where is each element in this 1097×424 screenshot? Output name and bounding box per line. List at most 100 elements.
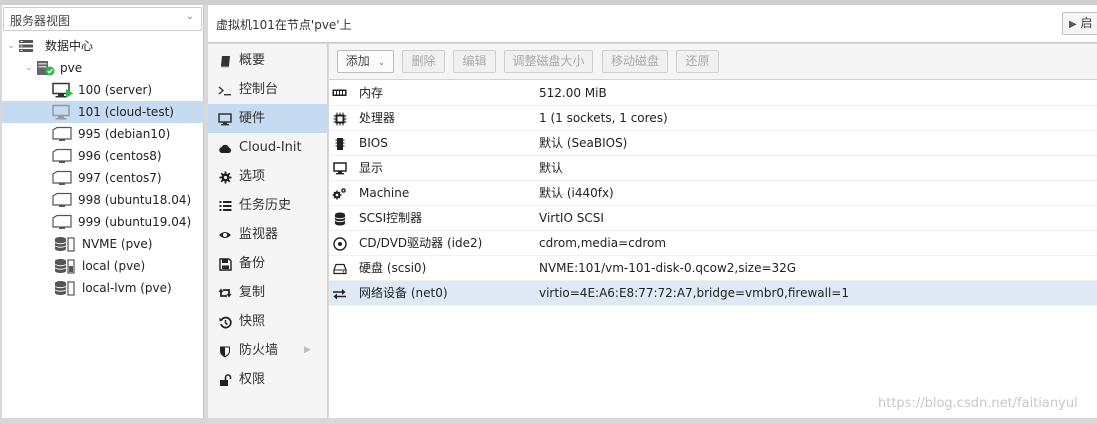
template-icon <box>52 126 72 142</box>
view-selector-label: 服务器视图 <box>10 14 71 28</box>
template-icon <box>52 192 72 208</box>
unlock-icon <box>218 373 232 387</box>
microchip-icon <box>332 136 347 151</box>
tree-item-template[interactable]: 998 (ubuntu18.04) <box>2 189 204 211</box>
tree-item-template[interactable]: 996 (centos8) <box>2 145 204 167</box>
hardware-value: VirtIO SCSI <box>539 211 604 225</box>
hardware-name: SCSI控制器 <box>359 211 423 225</box>
menu-item-replication[interactable]: 复制 <box>208 278 328 307</box>
hardware-value: NVME:101/vm-101-disk-0.qcow2,size=32G <box>539 261 797 275</box>
tree-item-node[interactable]: ⌄ pve <box>2 57 204 79</box>
book-icon <box>218 54 232 68</box>
menu-item-monitor[interactable]: 监视器 <box>208 220 328 249</box>
menu-item-task-history[interactable]: 任务历史 <box>208 191 328 220</box>
hardware-name: 硬盘 (scsi0) <box>359 261 427 275</box>
memory-icon <box>332 86 347 101</box>
collapse-icon[interactable]: ⌄ <box>24 57 34 79</box>
resource-tree: ⌄ 数据中心 ⌄ pve 100 (server) 101 (cloud-tes… <box>2 35 204 299</box>
desktop-icon <box>218 112 232 126</box>
edit-button[interactable]: 编辑 <box>453 50 496 73</box>
menu-item-label: 备份 <box>239 256 266 271</box>
hardware-name: BIOS <box>359 136 388 150</box>
tree-item-storage[interactable]: NVME (pve) <box>2 233 204 255</box>
history-icon <box>218 315 232 329</box>
tree-item-label: 998 (ubuntu18.04) <box>78 193 192 207</box>
chevron-down-icon: ⌄ <box>377 58 386 68</box>
hardware-row-network[interactable]: 网络设备 (net0) virtio=4E:A6:E8:77:72:A7,bri… <box>329 281 1097 306</box>
menu-item-backup[interactable]: 备份 <box>208 249 328 278</box>
tree-item-label: 数据中心 <box>45 39 94 53</box>
database-icon <box>332 211 347 226</box>
menu-item-label: 复制 <box>239 285 266 300</box>
menu-item-console[interactable]: 控制台 <box>208 75 328 104</box>
gear-icon <box>218 170 232 184</box>
chevron-down-icon[interactable]: ⌄ <box>184 11 196 23</box>
menu-item-label: 权限 <box>239 372 266 387</box>
menu-item-firewall[interactable]: 防火墙 ▶ <box>208 336 328 365</box>
hardware-row-scsi-controller[interactable]: SCSI控制器 VirtIO SCSI <box>329 206 1097 231</box>
hardware-name: 处理器 <box>359 111 396 125</box>
eye-icon <box>218 228 232 242</box>
list-icon <box>218 199 232 213</box>
remove-button[interactable]: 删除 <box>402 50 445 73</box>
cdrom-icon <box>332 236 347 251</box>
hardware-name: Machine <box>359 186 410 200</box>
shield-icon <box>218 344 232 358</box>
menu-item-label: 控制台 <box>239 82 279 97</box>
hardware-row-processor[interactable]: 处理器 1 (1 sockets, 1 cores) <box>329 106 1097 131</box>
tree-item-template[interactable]: 995 (debian10) <box>2 123 204 145</box>
content-header: 虚拟机101在节点'pve'上 ▶ 启 <box>208 5 1097 43</box>
hardware-value: 默认 (i440fx) <box>539 186 614 200</box>
template-icon <box>52 170 72 186</box>
collapse-icon[interactable]: ⌄ <box>6 35 16 57</box>
tree-item-label: 999 (ubuntu19.04) <box>78 215 192 229</box>
play-icon: ▶ <box>1069 19 1077 30</box>
tree-item-label: local-lvm (pve) <box>82 281 172 295</box>
hardware-name: 显示 <box>359 161 384 175</box>
hardware-value: 默认 <box>539 161 564 175</box>
add-button[interactable]: 添加 ⌄ <box>337 50 394 73</box>
tree-item-label: 100 (server) <box>78 83 153 97</box>
tree-item-vm[interactable]: 100 (server) <box>2 79 204 101</box>
menu-item-label: Cloud-Init <box>239 140 302 155</box>
storage-icon <box>54 236 75 252</box>
tree-item-storage[interactable]: local-lvm (pve) <box>2 277 204 299</box>
menu-item-label: 选项 <box>239 169 266 184</box>
start-button[interactable]: ▶ 启 <box>1062 12 1097 35</box>
move-disk-button[interactable]: 移动磁盘 <box>602 50 668 73</box>
hardware-row-display[interactable]: 显示 默认 <box>329 156 1097 181</box>
tree-item-vm-selected[interactable]: 101 (cloud-test) <box>2 101 204 123</box>
hardware-value: 1 (1 sockets, 1 cores) <box>539 111 668 125</box>
tree-item-template[interactable]: 997 (centos7) <box>2 167 204 189</box>
tree-item-datacenter[interactable]: ⌄ 数据中心 <box>2 35 204 57</box>
menu-item-options[interactable]: 选项 <box>208 162 328 191</box>
server-rack-icon <box>18 38 38 54</box>
cogs-icon <box>332 186 347 201</box>
menu-item-permissions[interactable]: 权限 <box>208 365 328 394</box>
tree-item-label: NVME (pve) <box>82 237 153 251</box>
hardware-row-bios[interactable]: BIOS 默认 (SeaBIOS) <box>329 131 1097 156</box>
revert-button[interactable]: 还原 <box>676 50 719 73</box>
tree-item-storage[interactable]: local (pve) <box>2 255 204 277</box>
tree-item-label: 101 (cloud-test) <box>78 105 174 119</box>
menu-item-hardware[interactable]: 硬件 <box>208 104 328 133</box>
vm-stopped-icon <box>52 104 72 120</box>
hardware-value: 默认 (SeaBIOS) <box>539 136 628 150</box>
menu-item-label: 防火墙 <box>239 343 279 358</box>
hardware-value: cdrom,media=cdrom <box>539 236 667 250</box>
menu-item-summary[interactable]: 概要 <box>208 46 328 75</box>
terminal-icon <box>218 83 232 97</box>
tree-item-template[interactable]: 999 (ubuntu19.04) <box>2 211 204 233</box>
hardware-row-cdrom[interactable]: CD/DVD驱动器 (ide2) cdrom,media=cdrom <box>329 231 1097 256</box>
hardware-row-machine[interactable]: Machine 默认 (i440fx) <box>329 181 1097 206</box>
menu-item-label: 任务历史 <box>239 198 292 213</box>
hardware-row-hard-disk[interactable]: 硬盘 (scsi0) NVME:101/vm-101-disk-0.qcow2,… <box>329 256 1097 281</box>
vm-running-icon <box>52 82 73 98</box>
expand-arrow-icon[interactable]: ▶ <box>304 336 311 365</box>
resize-disk-button[interactable]: 调整磁盘大小 <box>504 50 593 73</box>
view-selector[interactable]: 服务器视图 ⌄ <box>3 7 202 31</box>
add-button-label: 添加 <box>345 54 370 68</box>
hardware-row-memory[interactable]: 内存 512.00 MiB <box>329 81 1097 106</box>
menu-item-snapshots[interactable]: 快照 <box>208 307 328 336</box>
menu-item-cloud-init[interactable]: Cloud-Init <box>208 133 328 162</box>
